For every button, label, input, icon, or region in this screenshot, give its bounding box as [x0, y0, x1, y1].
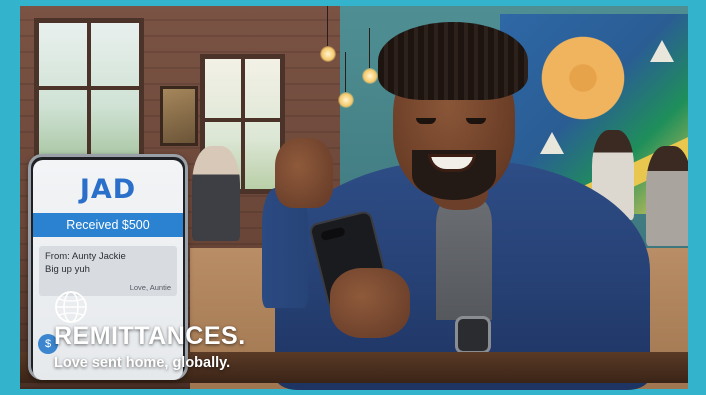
raised-fist	[275, 138, 333, 208]
eye	[416, 118, 436, 124]
pendant-lamp	[362, 28, 378, 84]
message-signoff: Love, Auntie	[129, 283, 171, 292]
braided-hair	[378, 22, 528, 100]
message-card: From: Aunty Jackie Big up yuh Love, Aunt…	[39, 246, 177, 296]
smartwatch	[455, 316, 491, 354]
mural-star-icon	[650, 40, 674, 62]
camera-icon	[320, 226, 346, 242]
grey-tshirt	[436, 200, 492, 320]
background-person	[646, 146, 688, 246]
message-sender: From: Aunty Jackie	[45, 251, 126, 262]
pendant-lamp	[320, 6, 336, 62]
hand-holding-phone	[330, 268, 410, 338]
ad-headline: REMITTANCES.	[54, 322, 246, 350]
pendant-lamp	[338, 52, 354, 108]
wall-picture	[160, 86, 198, 146]
ad-frame: JAD Received $500 From: Aunty Jackie Big…	[0, 0, 706, 395]
mural-hibiscus	[528, 28, 638, 128]
app-brand: JAD	[79, 174, 137, 205]
message-body: Big up yuh	[45, 264, 90, 275]
eye	[466, 118, 486, 124]
mural-star-icon	[540, 132, 564, 154]
background-person	[192, 146, 240, 241]
cafe-window-left	[34, 18, 144, 168]
received-amount-banner: Received $500	[33, 213, 183, 237]
globe-icon	[55, 291, 87, 323]
ad-tagline: Love sent home, globally.	[54, 355, 231, 371]
